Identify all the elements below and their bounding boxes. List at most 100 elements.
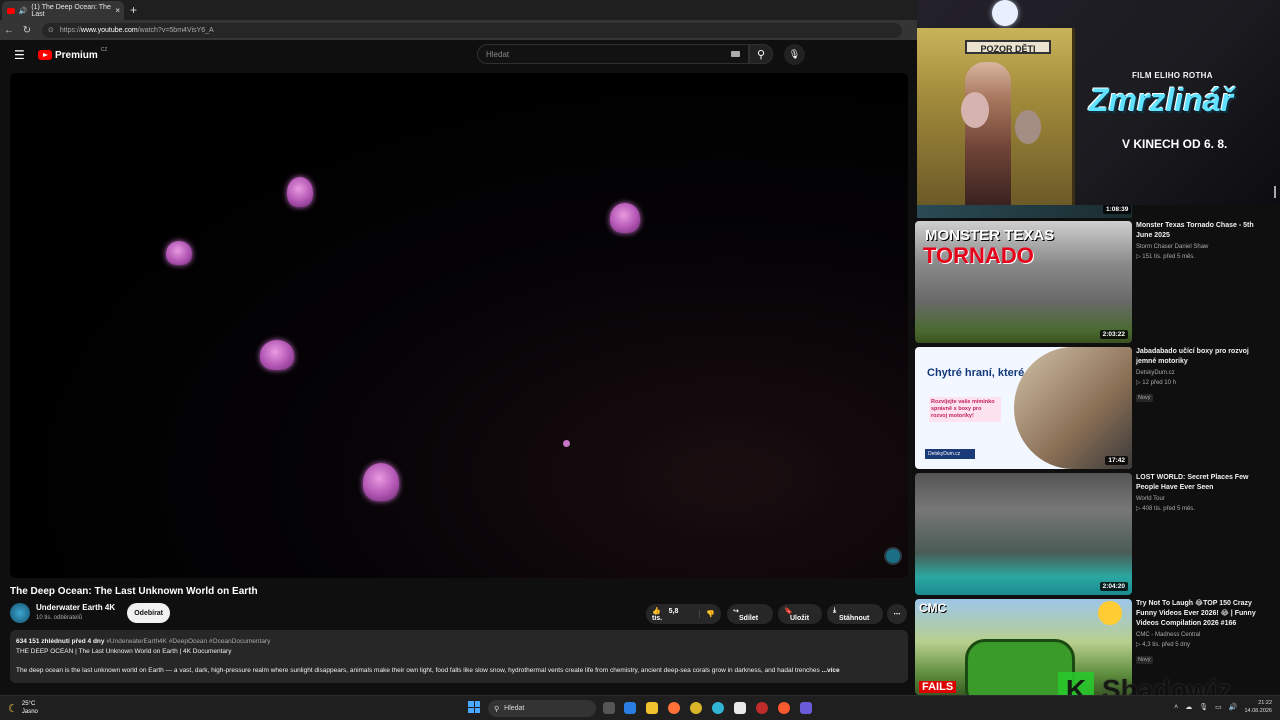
- channel-avatar[interactable]: [10, 603, 30, 623]
- site-info-icon[interactable]: ⊙: [48, 26, 54, 34]
- show-more-link[interactable]: ...více: [822, 667, 840, 674]
- chrome-icon[interactable]: [690, 702, 702, 714]
- time: 21:22: [1258, 700, 1272, 706]
- description-box[interactable]: 634 151 zhlédnutí před 4 dny #Underwater…: [10, 630, 908, 683]
- thumbnail-text: MONSTER TEXAS: [925, 227, 1055, 244]
- search-placeholder: Hledat: [486, 49, 510, 59]
- views-date: ▷ 408 tis. před 5 měs.: [1136, 506, 1195, 512]
- clock[interactable]: 21:22 14.08.2026: [1244, 699, 1272, 715]
- menu-icon[interactable]: ☰: [14, 48, 26, 62]
- store-icon[interactable]: [734, 702, 746, 714]
- task-view-icon[interactable]: [603, 702, 615, 714]
- channel-name[interactable]: World Tour: [1136, 496, 1270, 502]
- partial-thumbnail[interactable]: [917, 205, 1132, 218]
- dislike-button[interactable]: 👎: [699, 610, 721, 618]
- search-input[interactable]: Hledat: [477, 44, 749, 64]
- audio-playing-icon[interactable]: 🔊: [19, 7, 28, 15]
- duration-badge: 2:03:22: [1099, 330, 1128, 339]
- microphone-icon: 🎙: [788, 49, 801, 59]
- search-icon: ⚲: [756, 48, 766, 61]
- recommendations-rail: 1:08:39 MONSTER TEXAS TORNADO 2:03:22 Mo…: [915, 205, 1280, 695]
- recommendation-card[interactable]: MONSTER TEXAS TORNADO 2:03:22 Monster Te…: [915, 221, 1275, 343]
- jellyfish-small: [563, 440, 570, 447]
- thumbnail-text: FAILS: [919, 681, 957, 693]
- tab-title: (1) The Deep Ocean: The Last: [31, 3, 111, 18]
- channel-name[interactable]: Underwater Earth 4K: [36, 603, 115, 613]
- firefox-icon[interactable]: [668, 702, 680, 714]
- video-title[interactable]: Monster Texas Tornado Chase - 5th June 2…: [1136, 221, 1270, 241]
- reload-icon[interactable]: ↻: [18, 25, 36, 36]
- cloud-icon[interactable]: ☁: [1185, 703, 1192, 711]
- channel-name[interactable]: DetskyDum.cz: [1136, 370, 1270, 376]
- chevron-up-icon[interactable]: ˄: [1174, 704, 1178, 711]
- channel-row: Underwater Earth 4K 10 tis. odběratelů O…: [10, 603, 171, 623]
- video-title[interactable]: Jabadabado učící boxy pro rozvoj jemné m…: [1136, 347, 1270, 367]
- ad-title: Zmrzlinář: [1089, 82, 1234, 118]
- app-icon[interactable]: [756, 702, 768, 714]
- url-host: www.youtube.com: [80, 26, 138, 34]
- video-title: The Deep Ocean: The Last Unknown World o…: [10, 586, 258, 597]
- channel-name[interactable]: Storm Chaser Daniel Shaw: [1136, 244, 1270, 250]
- browser-tab[interactable]: 🔊 (1) The Deep Ocean: The Last ×: [2, 1, 124, 20]
- more-icon: ⋯: [893, 611, 901, 618]
- save-label: Uložit: [790, 614, 810, 622]
- jellyfish: [363, 463, 399, 501]
- channel-watermark-icon[interactable]: [884, 547, 902, 565]
- laughing-emoji-icon: [1098, 601, 1122, 625]
- close-tab-icon[interactable]: ×: [115, 6, 120, 15]
- discord-icon[interactable]: [800, 702, 812, 714]
- url-field[interactable]: ⊙ https://www.youtube.com/watch?v=5bm4Vi…: [42, 22, 902, 38]
- new-tab-button[interactable]: +: [130, 3, 137, 17]
- hashtags[interactable]: #UnderwaterEarth4K #DeepOcean #OceanDocu…: [106, 638, 270, 645]
- like-button[interactable]: 👍 5,8 tis.: [646, 607, 699, 622]
- date: 14.08.2026: [1244, 708, 1272, 714]
- logo-country: CZ: [100, 47, 108, 53]
- taskbar-search[interactable]: ⚲ Hledat: [488, 700, 596, 717]
- new-badge: Nový: [1136, 656, 1153, 664]
- scrollbar[interactable]: [1274, 186, 1276, 198]
- weather-widget[interactable]: ☾ 25°C Jasno: [8, 700, 38, 716]
- movie-ad-banner[interactable]: POZOR DĚTI FILM ELIHO ROTHA Zmrzlinář V …: [917, 0, 1280, 205]
- like-count: 5,8 tis.: [652, 607, 679, 622]
- ad-sign-text: POZOR DĚTI: [965, 40, 1051, 54]
- views-and-date: 634 151 zhlédnutí před 4 dny: [16, 638, 105, 645]
- subscribe-button[interactable]: Odebírat: [127, 603, 171, 623]
- volume-icon[interactable]: 🔊: [1229, 703, 1238, 711]
- keyboard-icon[interactable]: [731, 51, 740, 57]
- thumbnail[interactable]: Chytré hraní, které vidíte! Rozvíjejte v…: [915, 347, 1132, 469]
- voice-search-button[interactable]: 🎙: [784, 44, 805, 65]
- windows-taskbar: ☾ 25°C Jasno ⚲ Hledat ˄ ☁ 🎙 ▭ 🔊 21:22 14.08…: [0, 695, 1280, 720]
- ad-face-image: [961, 92, 989, 128]
- more-actions-button[interactable]: ⋯: [887, 604, 907, 624]
- firefox-icon[interactable]: [778, 702, 790, 714]
- video-title[interactable]: LOST WORLD: Secret Places Few People Hav…: [1136, 473, 1270, 493]
- microphone-icon[interactable]: 🎙: [1199, 703, 1208, 711]
- share-button[interactable]: ↪ Sdílet: [727, 604, 773, 624]
- download-button[interactable]: ⤓ Stáhnout: [827, 604, 883, 624]
- jellyfish: [610, 203, 640, 233]
- views-date: ▷ 4,3 tis. před 5 dny: [1136, 642, 1190, 648]
- ad-figure-image: [965, 62, 1011, 205]
- recommendation-card[interactable]: 2:04:20 LOST WORLD: Secret Places Few Pe…: [915, 473, 1275, 595]
- edge-icon[interactable]: [712, 702, 724, 714]
- ad-date: V KINECH OD 6. 8.: [1122, 137, 1228, 151]
- thumbnail[interactable]: 2:04:20: [915, 473, 1132, 595]
- duration-badge: 2:04:20: [1099, 582, 1128, 591]
- save-button[interactable]: 🔖 Uložit: [778, 604, 822, 624]
- video-player[interactable]: [10, 73, 908, 578]
- back-arrow-icon[interactable]: ←: [0, 25, 18, 36]
- moon-icon: ☾: [8, 702, 18, 715]
- network-icon[interactable]: ▭: [1215, 703, 1222, 711]
- video-title[interactable]: Try Not To Laugh 😂TOP 150 Crazy Funny Vi…: [1136, 599, 1270, 629]
- recommendation-card[interactable]: Chytré hraní, které vidíte! Rozvíjejte v…: [915, 347, 1275, 469]
- channel-name[interactable]: CMC - Madness Central: [1136, 632, 1270, 638]
- search-icon: ⚲: [494, 705, 500, 713]
- file-explorer-icon[interactable]: [646, 702, 658, 714]
- search-button[interactable]: ⚲: [749, 44, 773, 64]
- duration-badge: 17:42: [1105, 456, 1128, 465]
- mail-icon[interactable]: [624, 702, 636, 714]
- windows-start-icon[interactable]: [468, 701, 480, 713]
- description-headline: THE DEEP OCEAN | The Last Unknown World …: [16, 648, 232, 655]
- thumbnail[interactable]: MONSTER TEXAS TORNADO 2:03:22: [915, 221, 1132, 343]
- youtube-logo[interactable]: Premium CZ: [38, 47, 108, 61]
